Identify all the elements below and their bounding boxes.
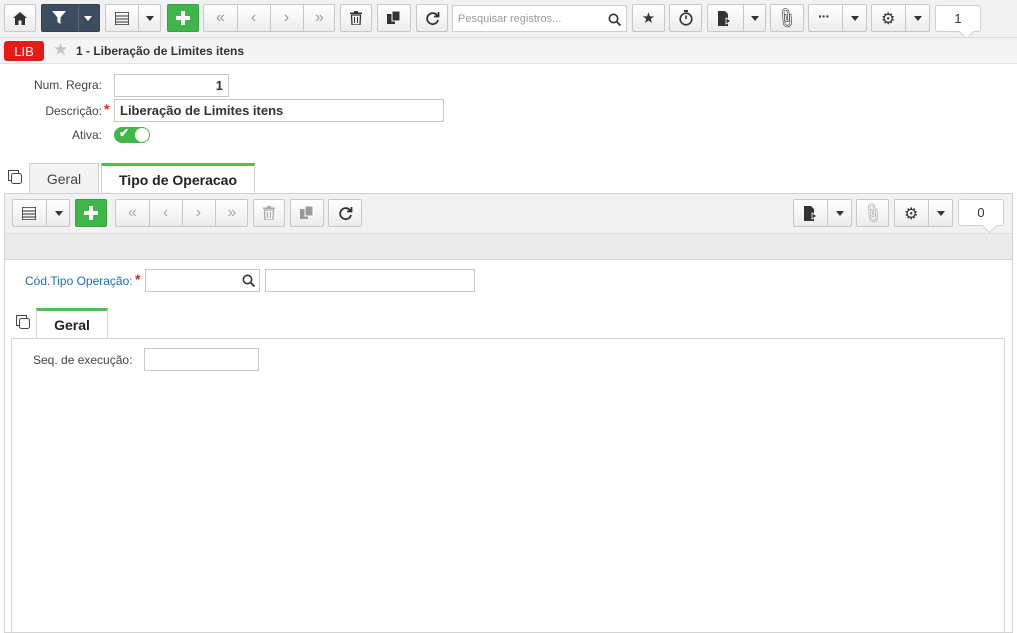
search-icon[interactable]: [608, 13, 621, 26]
seq-execucao-label: Seq. de execução:: [33, 353, 133, 367]
gear-icon: ⚙: [881, 11, 896, 28]
required-marker: *: [104, 101, 110, 117]
descricao-label: Descrição:: [45, 104, 102, 118]
inner-tab-geral-label: Geral: [54, 317, 90, 333]
inner-tab-geral[interactable]: Geral: [36, 308, 108, 339]
delete-button[interactable]: [340, 4, 372, 32]
record-navigation: « ‹ › »: [203, 4, 335, 32]
plus-icon: [176, 11, 190, 25]
sub-copy-icon: [300, 206, 314, 219]
home-icon: [13, 11, 27, 25]
record-count: 1: [935, 5, 981, 32]
timer-button[interactable]: [669, 4, 702, 32]
sub-next-record-icon[interactable]: ›: [182, 204, 215, 222]
sub-previous-record-icon[interactable]: ‹: [149, 204, 182, 222]
module-badge: LIB: [4, 41, 44, 61]
last-record-icon[interactable]: »: [303, 9, 336, 27]
module-badge-label: LIB: [14, 43, 34, 59]
sub-trash-icon: [263, 206, 275, 220]
more-actions-button[interactable]: ···: [808, 4, 867, 32]
tab-tipo-operacao[interactable]: Tipo de Operacao: [101, 163, 255, 194]
refresh-icon: [425, 11, 439, 25]
more-dropdown-icon[interactable]: [851, 16, 859, 21]
sub-paperclip-icon: 📎︎: [859, 200, 885, 227]
sub-report-button[interactable]: [793, 199, 852, 227]
duplicate-button[interactable]: [377, 4, 411, 32]
first-record-icon[interactable]: «: [204, 9, 237, 27]
sub-delete-button[interactable]: [253, 199, 285, 227]
paperclip-icon: 📎︎: [773, 5, 800, 32]
ativa-label: Ativa:: [71, 128, 102, 142]
page-title: 1 - Liberação de Limites itens: [76, 44, 245, 58]
attach-button[interactable]: 📎︎: [770, 4, 804, 32]
filter-icon: [52, 11, 66, 25]
home-button[interactable]: [4, 4, 36, 32]
more-icon: ···: [818, 8, 830, 24]
copy-icon: [387, 11, 401, 24]
sub-last-record-icon[interactable]: »: [215, 204, 249, 222]
filter-button[interactable]: [41, 4, 100, 32]
next-record-icon[interactable]: ›: [270, 9, 303, 27]
toggle-knob: [135, 128, 149, 142]
sub-first-record-icon[interactable]: «: [116, 204, 149, 222]
star-icon: ★: [641, 10, 656, 27]
add-button[interactable]: [167, 4, 199, 32]
inner-copy-tabs-icon[interactable]: [16, 315, 31, 333]
cod-tipo-field[interactable]: [145, 269, 260, 292]
sub-add-button[interactable]: [75, 199, 107, 227]
num-regra-field[interactable]: 1: [114, 74, 229, 97]
sub-settings-dropdown-icon[interactable]: [937, 211, 945, 216]
favorite-star-icon[interactable]: ★: [53, 40, 68, 60]
tab-tipo-operacao-label: Tipo de Operacao: [119, 172, 237, 188]
sub-attach-button[interactable]: 📎︎: [856, 199, 889, 227]
stopwatch-icon: [678, 10, 693, 26]
seq-execucao-field[interactable]: [144, 348, 259, 371]
sub-record-count: 0: [958, 199, 1004, 226]
settings-button[interactable]: ⚙: [871, 4, 930, 32]
record-count-value: 1: [954, 11, 962, 26]
num-regra-label: Num. Regra:: [33, 78, 102, 92]
cod-tipo-label[interactable]: Cód.Tipo Operação:: [25, 274, 133, 288]
check-icon: ✔: [119, 126, 130, 140]
sub-duplicate-button[interactable]: [290, 199, 324, 227]
num-regra-value: 1: [215, 78, 223, 93]
view-mode-dropdown-icon[interactable]: [146, 16, 154, 21]
copy-tabs-icon[interactable]: [8, 170, 23, 188]
cod-tipo-required-marker: *: [135, 271, 141, 287]
sub-refresh-button[interactable]: [328, 199, 362, 227]
search-input[interactable]: Pesquisar registros...: [452, 5, 627, 32]
report-button[interactable]: [707, 4, 766, 32]
tab-geral-label: Geral: [46, 170, 82, 187]
descricao-field[interactable]: Liberação de Limites itens: [114, 99, 444, 122]
trash-icon: [350, 11, 362, 25]
view-mode-button[interactable]: [105, 4, 161, 32]
inner-tab-panel: [11, 338, 1005, 633]
sub-settings-button[interactable]: ⚙: [894, 199, 953, 227]
list-view-icon: [114, 11, 130, 28]
search-placeholder: Pesquisar registros...: [458, 12, 562, 25]
report-dropdown-icon[interactable]: [751, 16, 759, 21]
report-icon: [718, 11, 732, 29]
sub-record-navigation: « ‹ › »: [115, 199, 248, 227]
previous-record-icon[interactable]: ‹: [237, 9, 270, 27]
cod-tipo-description-field: [265, 269, 475, 292]
ativa-toggle[interactable]: ✔: [114, 126, 150, 143]
sub-plus-icon: [84, 206, 98, 220]
tab-geral[interactable]: Geral: [29, 163, 99, 193]
descricao-value: Liberação de Limites itens: [120, 103, 284, 118]
refresh-button[interactable]: [416, 4, 448, 32]
lookup-search-icon[interactable]: [242, 274, 255, 287]
sub-view-mode-dropdown-icon[interactable]: [55, 211, 63, 216]
sub-list-view-icon: [21, 206, 37, 223]
sub-view-mode-button[interactable]: [12, 199, 70, 227]
sub-record-count-value: 0: [977, 205, 985, 220]
sub-gear-icon: ⚙: [904, 206, 919, 223]
sub-report-dropdown-icon[interactable]: [836, 211, 844, 216]
grid-header-strip: [5, 234, 1012, 260]
settings-dropdown-icon[interactable]: [914, 16, 922, 21]
favorite-button[interactable]: ★: [632, 4, 665, 32]
sub-report-icon: [804, 206, 818, 224]
filter-dropdown-icon[interactable]: [84, 16, 92, 21]
sub-refresh-icon: [338, 206, 352, 220]
